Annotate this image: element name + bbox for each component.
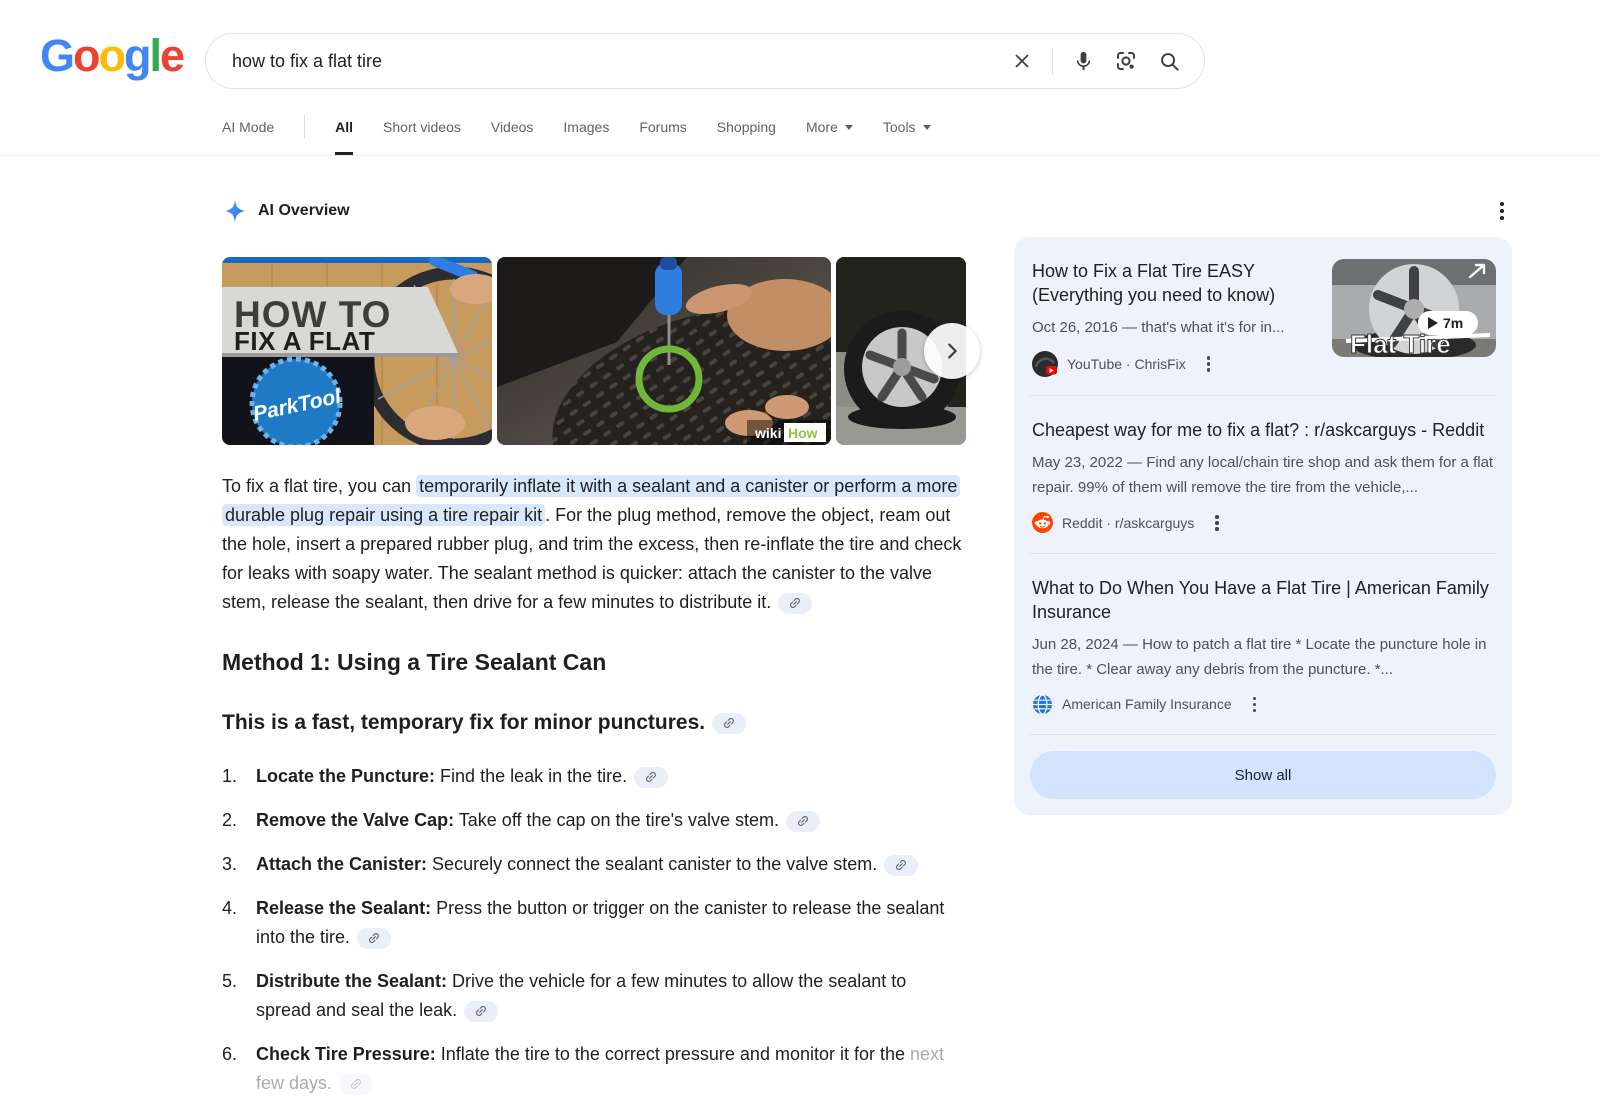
source-title[interactable]: What to Do When You Have a Flat Tire | A… (1032, 576, 1496, 624)
logo-letter: G (40, 30, 73, 81)
citation-link-icon[interactable] (884, 855, 918, 876)
tab-tools[interactable]: Tools (883, 99, 931, 155)
source-card-reddit: Cheapest way for me to fix a flat? : r/a… (1014, 396, 1512, 553)
divider (1030, 734, 1496, 735)
step-number: 5. (222, 967, 249, 1025)
step-number: 2. (222, 806, 249, 835)
ai-overview-panel: AI Overview HOW (222, 198, 965, 1096)
search-input[interactable]: how to fix a flat tire (232, 51, 1009, 72)
paragraph-text: To fix a flat tire, you can (222, 476, 416, 496)
method-lead: This is a fast, temporary fix for minor … (222, 711, 965, 735)
source-name[interactable]: YouTube · ChrisFix (1067, 356, 1186, 372)
tabs-bar: AI Mode All Short videos Videos Images F… (0, 99, 1600, 156)
chevron-down-icon (845, 125, 853, 130)
ai-overview-more-options-icon[interactable] (1496, 198, 1508, 224)
tab-short-videos[interactable]: Short videos (383, 99, 461, 155)
step-title: Remove the Valve Cap: (256, 810, 454, 830)
ai-summary-paragraph: To fix a flat tire, you can temporarily … (222, 472, 965, 617)
logo-letter: o (73, 30, 99, 81)
step-item: 2. Remove the Valve Cap: Take off the ca… (222, 806, 965, 835)
step-item: 5. Distribute the Sealant: Drive the veh… (222, 967, 965, 1025)
step-item: 3. Attach the Canister: Securely connect… (222, 850, 965, 879)
step-text: Securely connect the sealant canister to… (432, 854, 877, 874)
carousel-next-button[interactable] (924, 323, 980, 379)
step-number: 3. (222, 850, 249, 879)
step-title: Release the Sealant: (256, 898, 431, 918)
step-number: 1. (222, 762, 249, 791)
source-title[interactable]: How to Fix a Flat Tire EASY (Everything … (1032, 259, 1318, 307)
search-bar[interactable]: how to fix a flat tire (205, 33, 1205, 89)
tab-videos[interactable]: Videos (491, 99, 534, 155)
step-item: 1. Locate the Puncture: Find the leak in… (222, 762, 965, 791)
step-title: Check Tire Pressure: (256, 1044, 436, 1064)
source-card-amfam: What to Do When You Have a Flat Tire | A… (1014, 554, 1512, 735)
citation-link-icon[interactable] (634, 767, 668, 788)
svg-text:How: How (788, 425, 818, 441)
tab-ai-mode[interactable]: AI Mode (222, 99, 274, 155)
svg-text:FIX A FLAT: FIX A FLAT (234, 326, 375, 356)
step-item: 6. Check Tire Pressure: Inflate the tire… (222, 1040, 965, 1096)
logo-letter: e (160, 30, 183, 81)
ai-overview-label: AI Overview (258, 202, 350, 220)
search-header: Google how to fix a flat tire (0, 0, 1600, 99)
step-title: Locate the Puncture: (256, 766, 435, 786)
steps-list: 1. Locate the Puncture: Find the leak in… (222, 762, 965, 1096)
clear-icon[interactable] (1009, 48, 1035, 74)
source-name[interactable]: American Family Insurance (1062, 696, 1232, 712)
source-more-options-icon[interactable] (1203, 352, 1215, 376)
source-snippet: Oct 26, 2016 — that's what it's for in..… (1032, 315, 1318, 340)
video-thumbnail[interactable]: 7m Flat Tire (1332, 259, 1496, 357)
citation-link-icon[interactable] (786, 811, 820, 832)
tab-images[interactable]: Images (563, 99, 609, 155)
svg-text:Flat Tire: Flat Tire (1350, 329, 1451, 357)
step-title: Attach the Canister: (256, 854, 427, 874)
carousel-image-wikihow-plug[interactable]: wiki How (497, 257, 831, 445)
logo-letter: l (150, 30, 161, 81)
image-carousel: HOW TO FIX A FLAT ParkTool (222, 257, 965, 445)
logo-letter: o (99, 30, 125, 81)
source-card-youtube: How to Fix a Flat Tire EASY (Everything … (1014, 237, 1512, 395)
tab-all[interactable]: All (335, 99, 353, 155)
source-title[interactable]: Cheapest way for me to fix a flat? : r/a… (1032, 418, 1496, 442)
step-text: Take off the cap on the tire's valve ste… (459, 810, 779, 830)
lens-camera-icon[interactable] (1113, 48, 1139, 74)
step-number: 4. (222, 894, 249, 952)
youtube-channel-avatar (1032, 351, 1058, 377)
reddit-icon (1032, 512, 1053, 533)
mic-icon[interactable] (1070, 48, 1096, 74)
ai-sparkle-icon (222, 198, 248, 224)
google-logo[interactable]: Google (40, 30, 183, 82)
tab-shopping[interactable]: Shopping (717, 99, 776, 155)
method-heading: Method 1: Using a Tire Sealant Can (222, 649, 965, 676)
tab-more[interactable]: More (806, 99, 853, 155)
source-name[interactable]: Reddit · r/askcarguys (1062, 515, 1194, 531)
search-bar-divider (1052, 48, 1053, 74)
source-more-options-icon[interactable] (1211, 511, 1223, 535)
show-all-button[interactable]: Show all (1030, 751, 1496, 799)
citation-link-icon[interactable] (339, 1074, 373, 1095)
step-title: Distribute the Sealant: (256, 971, 447, 991)
citation-link-icon[interactable] (357, 928, 391, 949)
tab-divider (304, 115, 305, 139)
citation-link-icon[interactable] (712, 713, 746, 734)
sources-panel: How to Fix a Flat Tire EASY (Everything … (1014, 237, 1512, 815)
citation-link-icon[interactable] (778, 593, 812, 614)
svg-text:wiki: wiki (754, 425, 781, 441)
logo-letter: g (124, 30, 150, 81)
search-icon[interactable] (1156, 48, 1182, 74)
chevron-down-icon (923, 125, 931, 130)
google-results-page: Google how to fix a flat tire (0, 0, 1600, 1096)
step-item: 4. Release the Sealant: Press the button… (222, 894, 965, 952)
tab-forums[interactable]: Forums (639, 99, 686, 155)
step-number: 6. (222, 1040, 249, 1096)
globe-icon (1032, 694, 1053, 715)
source-snippet: Jun 28, 2024 — How to patch a flat tire … (1032, 632, 1496, 682)
carousel-image-parktool[interactable]: HOW TO FIX A FLAT ParkTool (222, 257, 492, 445)
source-snippet: May 23, 2022 — Find any local/chain tire… (1032, 450, 1496, 500)
step-text: Find the leak in the tire. (440, 766, 627, 786)
source-more-options-icon[interactable] (1249, 693, 1261, 717)
citation-link-icon[interactable] (464, 1001, 498, 1022)
step-text: Inflate the tire to the correct pressure… (441, 1044, 905, 1064)
